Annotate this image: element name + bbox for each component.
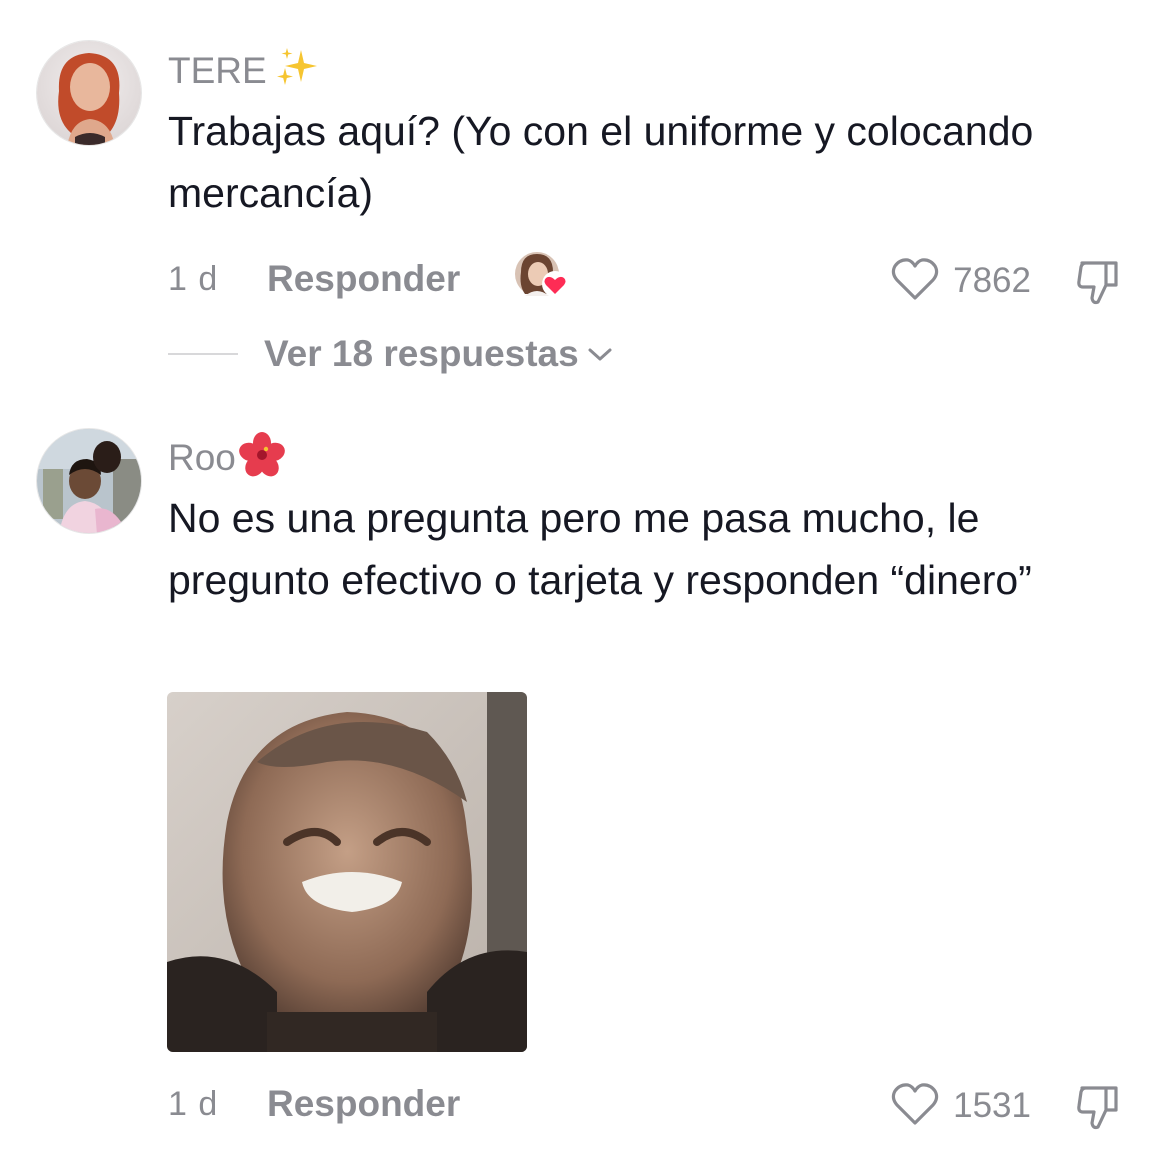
heart-outline-icon [889,256,941,307]
like-count: 7862 [953,261,1031,300]
reply-button[interactable]: Responder [267,258,460,300]
hibiscus-icon [236,432,288,488]
dislike-button[interactable] [1073,1083,1123,1136]
like-button[interactable]: 1531 [889,1081,1031,1131]
comment-text: No es una pregunta pero me pasa mucho, l… [168,495,1032,603]
chevron-down-icon [587,346,613,369]
reaction-gif[interactable] [167,692,527,1052]
comment-meta: 1 d Responder 7862 [168,252,1129,306]
avatar-tere[interactable] [36,40,142,146]
username-tere[interactable]: TERE [168,46,321,100]
view-replies-label[interactable]: Ver 18 respuestas [264,333,579,375]
username-text: TERE [168,49,267,91]
heart-badge-icon [542,271,568,297]
gif-image [167,692,527,1052]
reply-button[interactable]: Responder [267,1083,460,1125]
comment-text: Trabajas aquí? (Yo con el uniforme y col… [168,108,1034,216]
avatar-roo-image [37,429,141,533]
liked-by-creator-badge [513,250,571,300]
avatar-roo[interactable] [36,428,142,534]
username-text: Roo [168,436,236,478]
like-button[interactable]: 7862 [889,256,1031,306]
comment-time: 1 d [168,1085,219,1123]
username-roo[interactable]: Roo [168,432,288,488]
comment-meta: 1 d Responder 1531 [168,1081,1129,1131]
avatar-tere-image [37,41,141,145]
like-count: 1531 [953,1086,1031,1125]
thumbs-down-icon [1073,261,1123,310]
comment-time: 1 d [168,260,219,298]
dislike-button[interactable] [1073,258,1123,311]
heart-outline-icon [889,1081,941,1132]
thumbs-down-icon [1073,1086,1123,1135]
replies-divider [168,353,238,355]
view-replies[interactable]: Ver 18 respuestas [168,332,613,376]
sparkles-icon [273,46,321,100]
